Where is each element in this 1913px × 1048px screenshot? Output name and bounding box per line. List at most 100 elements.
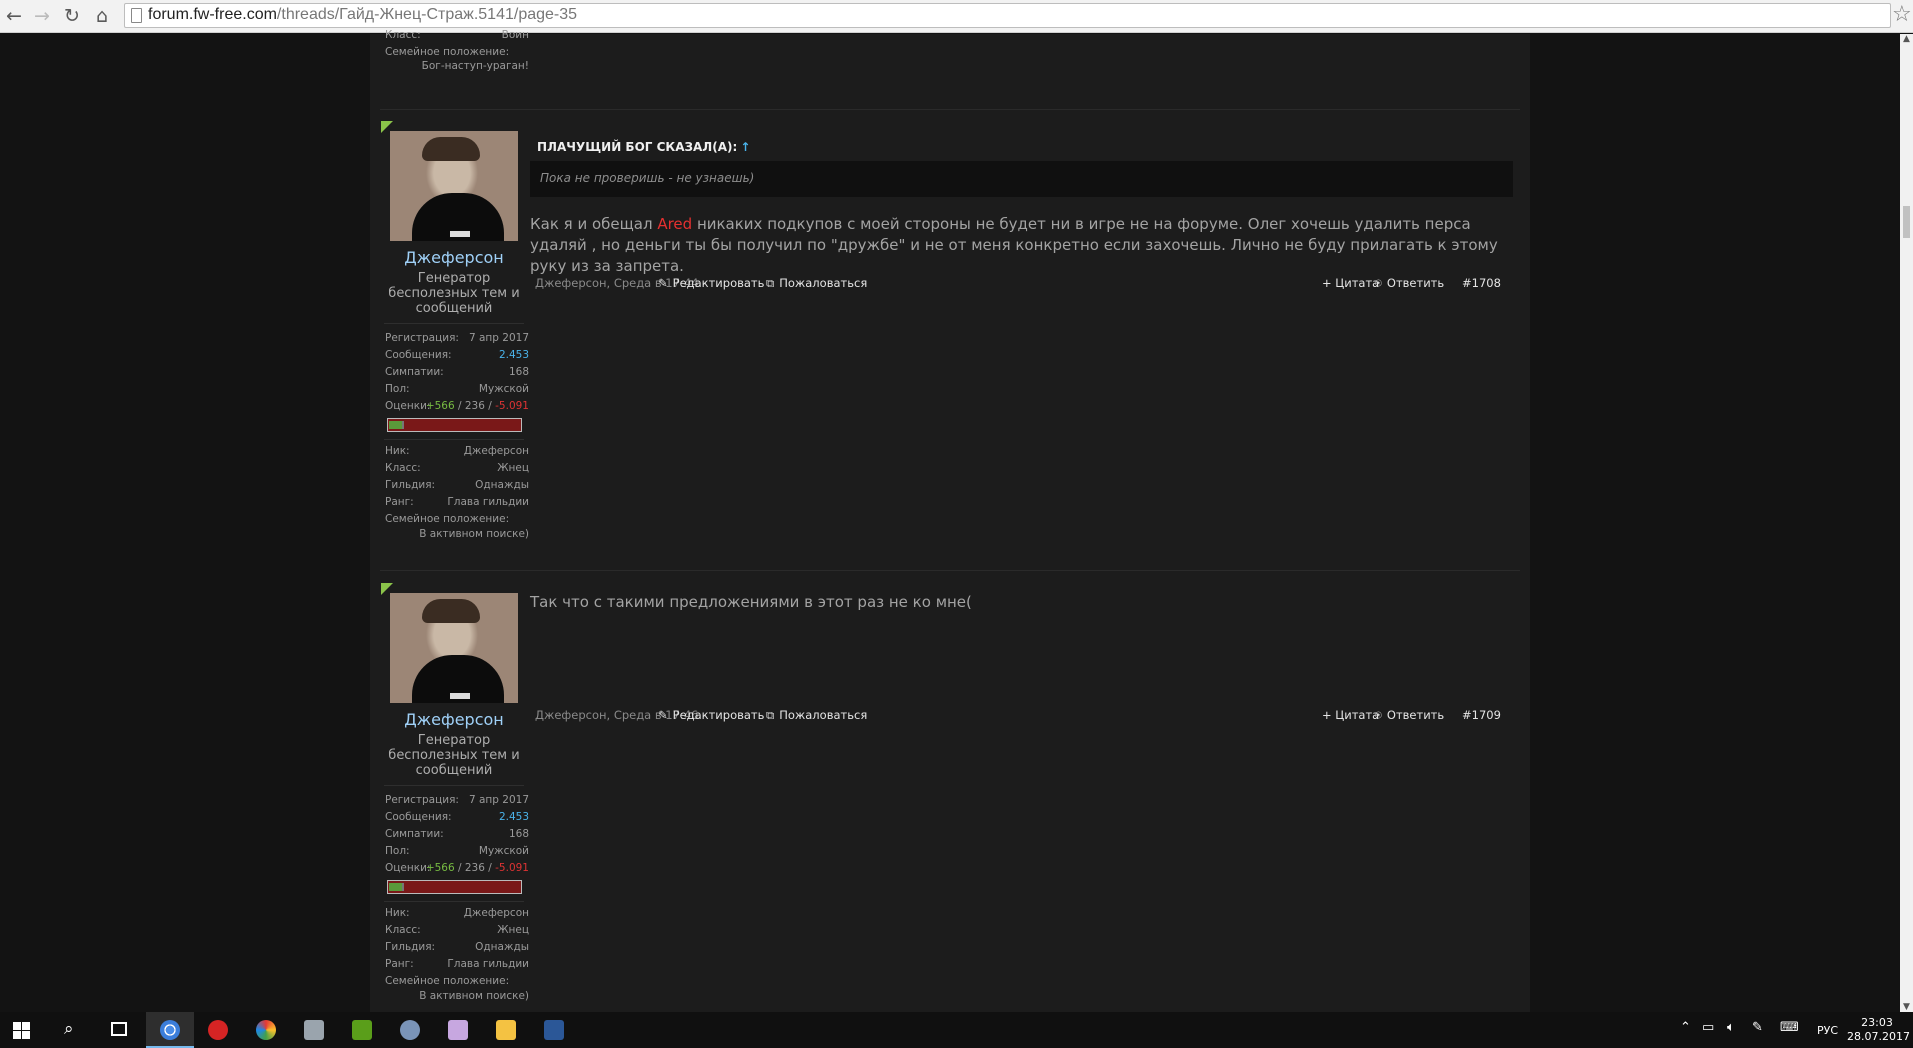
disk-icon bbox=[304, 1020, 324, 1040]
message-count-link[interactable]: 2.453 bbox=[499, 811, 529, 823]
info-label: Оценки: bbox=[385, 862, 431, 874]
post-divider bbox=[380, 570, 1520, 571]
edit-button[interactable]: ✎ Редактировать bbox=[658, 276, 764, 290]
paint-app-button[interactable] bbox=[242, 1012, 290, 1048]
info-label: Ник: bbox=[385, 445, 410, 457]
home-icon[interactable]: ⌂ bbox=[90, 4, 114, 28]
pen-icon[interactable]: ✎ bbox=[1752, 1020, 1763, 1035]
info-label: Пол: bbox=[385, 845, 410, 857]
volume-icon[interactable]: 🔈︎ bbox=[1727, 1020, 1735, 1035]
word-app-button[interactable] bbox=[530, 1012, 578, 1048]
post-meta: Джеферсон, Среда в 17:44 ✎ Редактировать … bbox=[535, 276, 1513, 292]
nvidia-app-button[interactable] bbox=[338, 1012, 386, 1048]
bookmark-star-icon[interactable]: ☆ bbox=[1892, 2, 1912, 28]
info-value: В активном поиске) bbox=[419, 528, 529, 540]
keyboard-icon[interactable]: ⌨ bbox=[1780, 1020, 1799, 1035]
message-count-link[interactable]: 2.453 bbox=[499, 349, 529, 361]
divider bbox=[384, 785, 524, 786]
post-1709: Джеферсон Генератор бесполезных тем и со… bbox=[370, 583, 1530, 1013]
search-button[interactable]: ⌕ bbox=[48, 1012, 96, 1048]
task-view-button[interactable] bbox=[96, 1012, 144, 1048]
back-arrow-icon[interactable]: ← bbox=[2, 4, 26, 28]
palette-icon bbox=[256, 1020, 276, 1040]
task-view-icon bbox=[111, 1022, 127, 1036]
start-button[interactable] bbox=[0, 1012, 48, 1048]
scrollbar-thumb[interactable] bbox=[1903, 206, 1910, 238]
info-label: Симпатии: bbox=[385, 828, 444, 840]
previous-post-tail: Класс: Воин Семейное положение: Бог-насту… bbox=[370, 29, 1530, 114]
user-title: Генератор бесполезных тем и сообщений bbox=[388, 271, 520, 316]
quote-text: Пока не проверишь - не узнаешь) bbox=[540, 171, 755, 185]
ratings-value: +566 / 236 / -5.091 bbox=[425, 862, 529, 874]
network-icon[interactable]: ▭ bbox=[1702, 1020, 1714, 1035]
info-value: Бог-наступ-ураган! bbox=[421, 60, 529, 72]
record-icon bbox=[208, 1020, 228, 1040]
disk-app-button[interactable] bbox=[290, 1012, 338, 1048]
quote-header: ПЛАЧУЩИЙ БОГ СКАЗАЛ(А): ↑ bbox=[537, 140, 750, 154]
info-value: Джеферсон bbox=[463, 907, 529, 919]
scroll-up-arrow-icon[interactable]: ▲ bbox=[1900, 34, 1913, 44]
info-value: 168 bbox=[508, 828, 529, 840]
clock[interactable]: 23:03 28.07.2017 bbox=[1847, 1012, 1910, 1044]
search-icon: ⌕ bbox=[64, 1019, 74, 1039]
tool-app-button[interactable] bbox=[386, 1012, 434, 1048]
quote-button[interactable]: + Цитата bbox=[1322, 276, 1379, 290]
post-meta: Джеферсон, Среда в 17:46 ✎ Редактировать … bbox=[535, 708, 1513, 724]
nvidia-icon bbox=[352, 1020, 372, 1040]
quote-jump-link[interactable]: ↑ bbox=[740, 140, 750, 154]
avatar[interactable] bbox=[390, 131, 518, 241]
info-label: Пол: bbox=[385, 383, 410, 395]
reload-icon[interactable]: ↻ bbox=[60, 4, 84, 28]
info-value: Глава гильдии bbox=[447, 496, 529, 508]
quote-box: Пока не проверишь - не узнаешь) bbox=[530, 161, 1513, 197]
reply-icon: ⍟ bbox=[1375, 708, 1382, 722]
info-label: Класс: bbox=[385, 924, 421, 936]
message-body: Как я и обещал Ared никаких подкупов с м… bbox=[530, 215, 1498, 275]
tool-icon bbox=[400, 1020, 420, 1040]
info-label: Регистрация: bbox=[385, 794, 459, 806]
username[interactable]: Джеферсон bbox=[380, 710, 528, 729]
post-number-link[interactable]: #1709 bbox=[1462, 708, 1501, 722]
info-label: Ранг: bbox=[385, 496, 414, 508]
page-icon bbox=[131, 8, 142, 23]
edit-button[interactable]: ✎ Редактировать bbox=[658, 708, 764, 722]
explorer-button[interactable] bbox=[482, 1012, 530, 1048]
report-button[interactable]: ⧉ Пожаловаться bbox=[766, 276, 867, 291]
info-value: Жнец bbox=[497, 924, 529, 936]
info-value: Глава гильдии bbox=[447, 958, 529, 970]
user-mention-link[interactable]: Ared bbox=[657, 215, 692, 233]
info-value: 7 апр 2017 bbox=[468, 332, 529, 344]
record-app-button[interactable] bbox=[194, 1012, 242, 1048]
divider bbox=[384, 323, 524, 324]
vertical-scrollbar[interactable]: ▲ ▼ bbox=[1900, 34, 1913, 1012]
report-icon: ⧉ bbox=[766, 276, 775, 290]
chevron-up-icon[interactable]: ⌃ bbox=[1680, 1020, 1691, 1035]
info-value: Мужской bbox=[478, 383, 529, 395]
taskbar: ⌕ bbox=[0, 1012, 1913, 1048]
address-bar[interactable]: forum.fw-free.com/threads/Гайд-Жнец-Стра… bbox=[124, 3, 1891, 28]
game-app-button[interactable] bbox=[434, 1012, 482, 1048]
chrome-taskbar-button[interactable] bbox=[146, 1012, 194, 1048]
quote-button[interactable]: + Цитата bbox=[1322, 708, 1379, 722]
windows-logo-icon bbox=[13, 1022, 30, 1039]
post-number-link[interactable]: #1708 bbox=[1462, 276, 1501, 290]
info-label: Ник: bbox=[385, 907, 410, 919]
ratings-value: +566 / 236 / -5.091 bbox=[425, 400, 529, 412]
language-indicator[interactable]: РУС bbox=[1817, 1024, 1838, 1037]
pencil-icon: ✎ bbox=[658, 276, 668, 290]
report-button[interactable]: ⧉ Пожаловаться bbox=[766, 708, 867, 723]
word-icon bbox=[544, 1020, 564, 1040]
username[interactable]: Джеферсон bbox=[380, 248, 528, 267]
info-label: Семейное положение: bbox=[385, 975, 510, 987]
info-value: 168 bbox=[508, 366, 529, 378]
user-title: Генератор бесполезных тем и сообщений bbox=[388, 733, 520, 778]
folder-icon bbox=[496, 1020, 516, 1040]
reply-button[interactable]: ⍟ Ответить bbox=[1375, 708, 1444, 723]
forward-arrow-icon[interactable]: → bbox=[30, 4, 54, 28]
reply-button[interactable]: ⍟ Ответить bbox=[1375, 276, 1444, 291]
quote-author: ПЛАЧУЩИЙ БОГ СКАЗАЛ(А): bbox=[537, 140, 738, 154]
scroll-down-arrow-icon[interactable]: ▼ bbox=[1900, 1002, 1913, 1012]
info-label: Гильдия: bbox=[385, 941, 436, 953]
info-label: Класс: bbox=[385, 462, 421, 474]
avatar[interactable] bbox=[390, 593, 518, 703]
